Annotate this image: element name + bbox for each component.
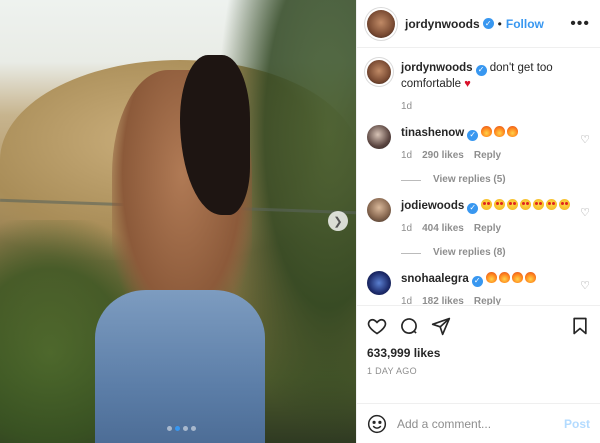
view-replies-button[interactable]: View replies (8) <box>401 245 576 261</box>
author-username[interactable]: jordynwoods <box>405 17 480 31</box>
comment-emojis <box>485 272 538 285</box>
post-sidebar: jordynwoods ✓ • Follow ••• jordynwoods ✓ … <box>356 0 600 443</box>
comment-meta: 1d 404 likes Reply <box>401 221 576 237</box>
heart-eyes-emoji-icon <box>520 199 532 210</box>
caption: jordynwoods ✓ don't get too comfortable ♥… <box>367 60 590 115</box>
replies-line <box>401 179 421 181</box>
carousel-dot <box>191 426 196 431</box>
comment-like-heart-icon[interactable]: ♡ <box>576 133 590 146</box>
comment-meta: 1d 290 likes Reply <box>401 148 576 164</box>
add-comment-bar: Post <box>357 403 600 443</box>
author-avatar[interactable] <box>367 9 395 38</box>
heart-eyes-emoji-icon <box>494 199 506 210</box>
fire-emoji-icon <box>507 126 519 137</box>
comment-time: 1d <box>401 296 413 305</box>
comment-time: 1d <box>401 150 413 161</box>
reply-button[interactable]: Reply <box>474 294 501 305</box>
commenter-avatar[interactable] <box>367 271 391 295</box>
comment-emojis <box>481 126 520 139</box>
comment-like-heart-icon[interactable]: ♡ <box>576 279 590 292</box>
comment-likes[interactable]: 404 likes <box>422 221 464 237</box>
verified-badge-icon: ✓ <box>467 129 479 141</box>
carousel-dot-active <box>175 426 180 431</box>
more-horizontal-icon[interactable]: ••• <box>570 15 590 33</box>
comment-likes[interactable]: 290 likes <box>422 148 464 164</box>
comment-username[interactable]: tinashenow <box>401 127 464 139</box>
comment-item: tinashenow ✓ 1d 290 likes Reply View repl… <box>367 125 590 188</box>
post-comment-button[interactable]: Post <box>564 417 590 431</box>
comment-username[interactable]: snohaalegra <box>401 273 469 285</box>
reply-button[interactable]: Reply <box>474 221 501 237</box>
commenter-avatar[interactable] <box>367 198 391 222</box>
instagram-post: ❯ jordynwoods ✓ • Follow ••• jordynwoods… <box>0 0 600 443</box>
reply-button[interactable]: Reply <box>474 148 501 164</box>
carousel-dot <box>183 426 188 431</box>
like-heart-icon[interactable] <box>367 316 387 336</box>
carousel-next-button[interactable]: ❯ <box>328 211 348 231</box>
fire-emoji-icon <box>498 272 510 283</box>
caption-body: jordynwoods ✓ don't get too comfortable ♥… <box>401 60 590 115</box>
likes-count[interactable]: 633,999 likes <box>367 346 590 360</box>
fire-emoji-icon <box>485 272 497 283</box>
fire-emoji-icon <box>524 272 536 283</box>
caption-meta: 1d <box>401 99 590 115</box>
comment-body: jodiewoods ✓ 1d 404 likes Reply View repl… <box>401 198 576 261</box>
carousel-dot <box>167 426 172 431</box>
follow-button[interactable]: Follow <box>506 17 544 31</box>
dot-separator: • <box>497 16 502 31</box>
heart-eyes-emoji-icon <box>481 199 493 210</box>
chevron-right-icon: ❯ <box>333 215 343 228</box>
photo-figure-jeans <box>95 290 265 443</box>
heart-eyes-emoji-icon <box>559 199 571 210</box>
emoji-smile-icon[interactable] <box>367 414 387 434</box>
comment-item: snohaalegra ✓ 1d 182 likes Reply ♡ <box>367 271 590 305</box>
comment-likes[interactable]: 182 likes <box>422 294 464 305</box>
comment-input[interactable] <box>397 416 564 431</box>
verified-badge-icon: ✓ <box>467 202 479 214</box>
comment-meta: 1d 182 likes Reply <box>401 294 576 305</box>
heart-eyes-emoji-icon <box>507 199 519 210</box>
view-replies-label: View replies (5) <box>433 174 506 185</box>
commenter-avatar[interactable] <box>367 125 391 149</box>
carousel-dots <box>167 426 196 431</box>
post-header: jordynwoods ✓ • Follow ••• <box>357 0 600 48</box>
action-icons <box>367 314 590 338</box>
comments-list[interactable]: jordynwoods ✓ don't get too comfortable ♥… <box>357 48 600 305</box>
caption-time: 1d <box>401 101 413 112</box>
comment-body: tinashenow ✓ 1d 290 likes Reply View repl… <box>401 125 576 188</box>
comment-time: 1d <box>401 223 413 234</box>
post-photo[interactable]: ❯ <box>0 0 356 443</box>
comment-bubble-icon[interactable] <box>399 316 419 336</box>
bookmark-save-icon[interactable] <box>570 316 590 336</box>
red-heart-emoji-icon: ♥ <box>464 78 471 90</box>
view-replies-label: View replies (8) <box>433 247 506 258</box>
comment-body: snohaalegra ✓ 1d 182 likes Reply <box>401 271 576 305</box>
verified-badge-icon: ✓ <box>471 275 483 287</box>
replies-line <box>401 252 421 254</box>
verified-badge-icon: ✓ <box>475 64 487 76</box>
verified-badge-icon: ✓ <box>482 18 494 29</box>
fire-emoji-icon <box>511 272 523 283</box>
caption-avatar[interactable] <box>367 60 391 84</box>
fire-emoji-icon <box>481 126 493 137</box>
share-send-icon[interactable] <box>431 316 451 336</box>
caption-username[interactable]: jordynwoods <box>401 62 473 74</box>
fire-emoji-icon <box>494 126 506 137</box>
comment-username[interactable]: jodiewoods <box>401 200 464 212</box>
comment-emojis <box>481 199 572 212</box>
comment-item: jodiewoods ✓ 1d 404 likes Reply View repl… <box>367 198 590 261</box>
post-time-ago: 1 DAY AGO <box>367 366 417 376</box>
view-replies-button[interactable]: View replies (5) <box>401 172 576 188</box>
post-actions: 633,999 likes 1 DAY AGO <box>357 305 600 403</box>
heart-eyes-emoji-icon <box>533 199 545 210</box>
heart-eyes-emoji-icon <box>546 199 558 210</box>
comment-like-heart-icon[interactable]: ♡ <box>576 206 590 219</box>
